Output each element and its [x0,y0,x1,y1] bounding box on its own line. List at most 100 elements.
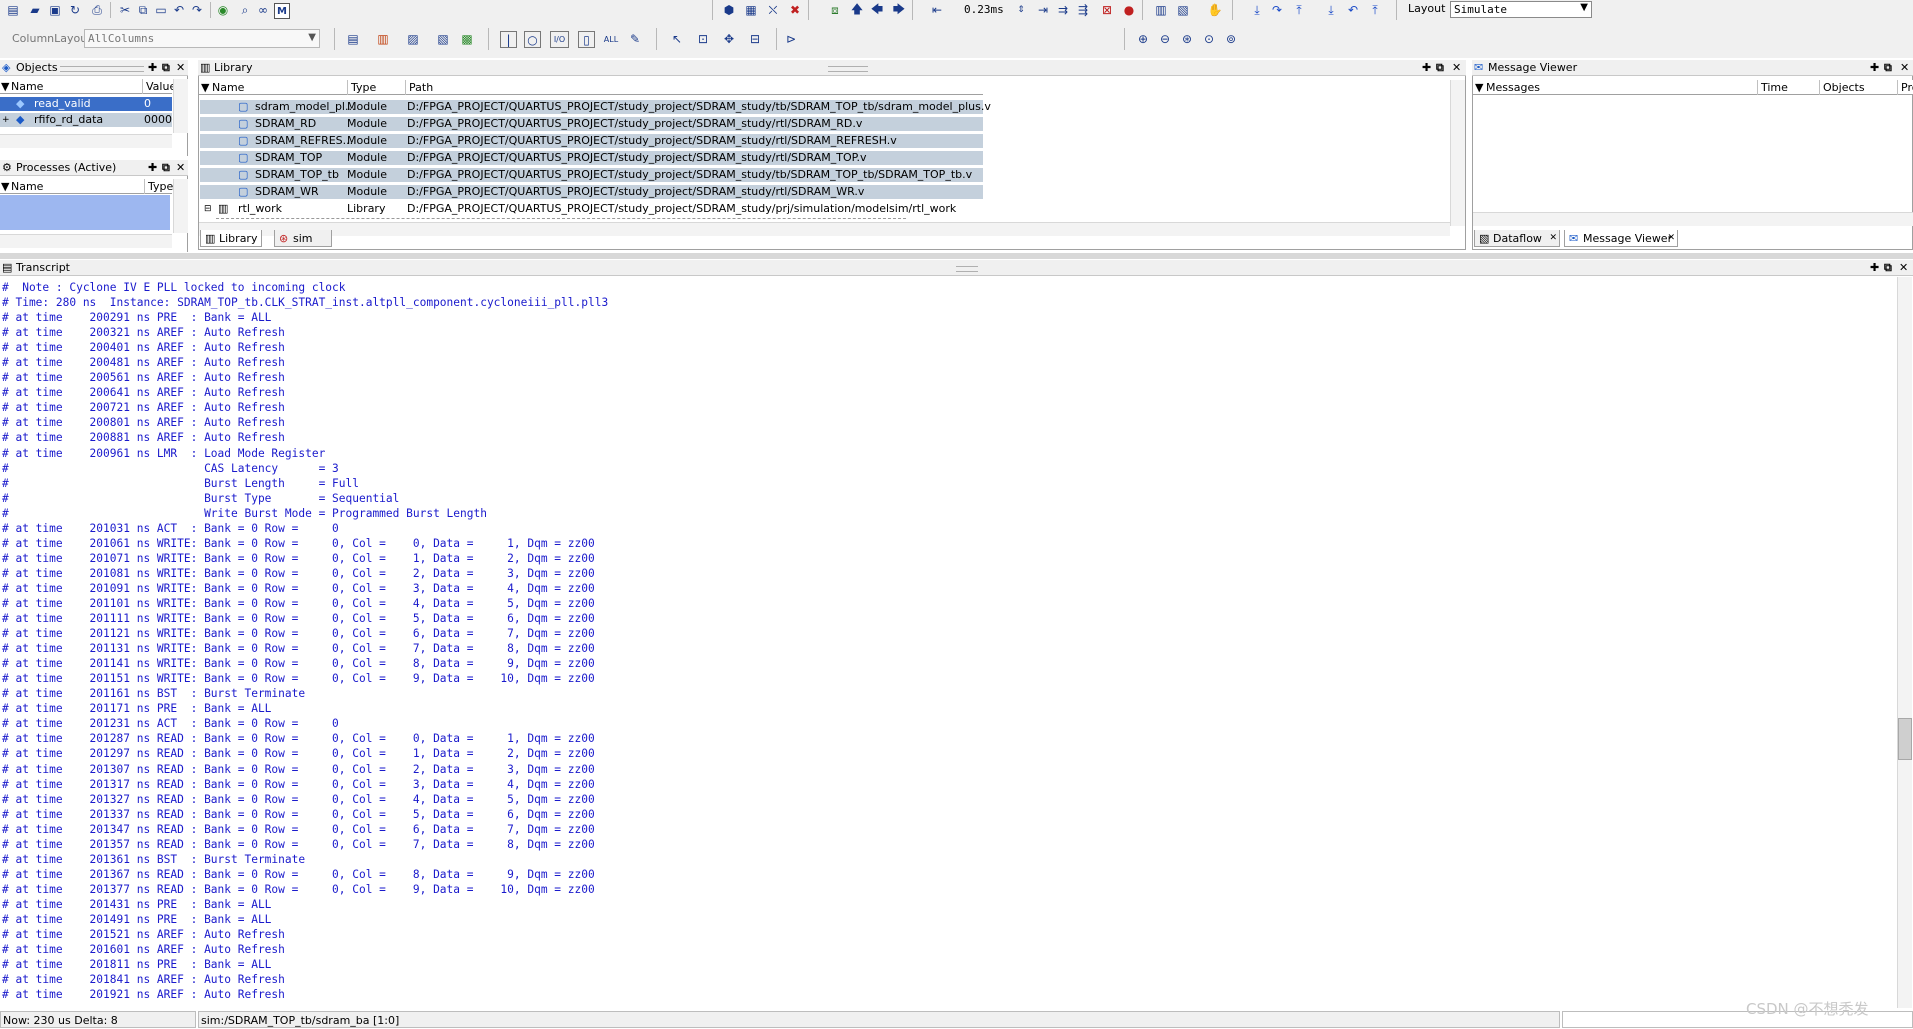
close-icon[interactable]: ✕ [1900,60,1909,76]
dock-icon[interactable]: ✚ [1870,60,1879,76]
expand-icon[interactable]: + [2,113,10,127]
forward-arrow-icon[interactable]: 🡆 [890,1,908,19]
find-icon[interactable]: ⌕ [236,1,254,19]
zoom-out-icon[interactable]: ⊖ [1156,30,1174,48]
processes-col-name[interactable]: Name [8,179,43,194]
undo-icon[interactable]: ↶ [170,1,188,19]
collapse-icon[interactable]: ⊟ [204,202,212,216]
sim-break-icon[interactable]: ⛌ [764,1,782,19]
sim-load-icon[interactable]: ⬢ [720,1,738,19]
step-over-icon[interactable]: ↷ [1268,1,1286,19]
column-layout-select[interactable]: AllColumns ▼ [84,29,320,48]
step-back-out-icon[interactable]: ⤒ [1366,1,1384,19]
close-icon[interactable]: ✕ [1667,230,1675,247]
close-icon[interactable]: ✕ [1452,60,1461,76]
objects-col-name[interactable]: Name [8,79,43,94]
measure-icon[interactable]: ⊟ [746,30,764,48]
drag-grip[interactable] [956,266,978,272]
cut-icon[interactable]: ✂ [116,1,134,19]
hand-icon[interactable]: ✋ [1206,1,1224,19]
tab-dataflow[interactable]: ▧ Dataflow ✕ [1474,230,1560,247]
dataflow-icon[interactable]: ▧ [1174,1,1192,19]
undock-icon[interactable]: ⧉ [1436,60,1444,76]
run-all-icon[interactable]: ⇶ [1074,1,1092,19]
print-icon[interactable]: ⎙ [88,1,106,19]
break-icon[interactable]: ⊠ [1098,1,1116,19]
processes-selection[interactable] [0,195,170,230]
pan-icon[interactable]: ✥ [720,30,738,48]
pen-icon[interactable]: ✎ [626,30,644,48]
library-row[interactable]: ▢ SDRAM_TOP_tb Module D:/FPGA_PROJECT/QU… [200,168,983,182]
undock-icon[interactable]: ⧉ [162,160,170,176]
processes-title-bar[interactable]: ⚙ Processes (Active) ✚ ⧉ ✕ [0,160,188,176]
transcript-log[interactable]: # Note : Cyclone IV E PLL locked to inco… [0,280,1897,1008]
drag-grip[interactable] [828,66,868,72]
tab-message-viewer[interactable]: ✉ Message Viewer ✕ [1564,230,1678,247]
library-row[interactable]: ▢ SDRAM_REFRES... Module D:/FPGA_PROJECT… [200,134,983,148]
redo-icon[interactable]: ↷ [188,1,206,19]
cursor-circle-icon[interactable]: ○ [524,31,541,48]
objects-title-bar[interactable]: ◈ Objects ✚ ⧉ ✕ [0,60,188,76]
zoom-full-icon[interactable]: ⊛ [1178,30,1196,48]
sim-stop-icon[interactable]: ✖ [786,1,804,19]
processes-col-type[interactable]: Type [144,179,173,194]
wave-icon[interactable]: ▥ [1152,1,1170,19]
close-icon[interactable]: ✕ [1549,230,1557,247]
wave-insert-icon[interactable]: ▥ [374,30,392,48]
library-row[interactable]: ▢ sdram_model_pl... Module D:/FPGA_PROJE… [200,100,991,114]
zoom-cursor-icon[interactable]: ⊙ [1200,30,1218,48]
transcript-scroll-thumb[interactable] [1898,718,1912,760]
library-col-path[interactable]: Path [405,80,433,95]
continue-icon[interactable]: ⇉ [1054,1,1072,19]
messages-col-messages[interactable]: Messages [1483,80,1540,95]
save-icon[interactable]: ▣ [46,1,64,19]
zoom-box-icon[interactable]: ⊡ [694,30,712,48]
processes-hscrollbar[interactable] [0,234,172,248]
sim-list-icon[interactable]: ▦ [742,1,760,19]
dock-icon[interactable]: ✚ [148,160,157,176]
transcript-title-bar[interactable]: ▤ Transcript ✚ ⧉ ✕ [0,260,1913,276]
cursor-line-icon[interactable]: | [500,31,517,48]
library-col-name[interactable]: Name [209,80,244,95]
library-row[interactable]: ▢ SDRAM_RD Module D:/FPGA_PROJECT/QUARTU… [200,117,983,131]
new-icon[interactable]: ▤ [4,1,22,19]
library-row[interactable]: ▢ SDRAM_WR Module D:/FPGA_PROJECT/QUARTU… [200,185,983,199]
library-row[interactable]: ⊟ ▥ rtl_work Library D:/FPGA_PROJECT/QUA… [200,202,983,216]
zoom-last-icon[interactable]: ⊚ [1222,30,1240,48]
sort-icon[interactable]: ▼ [1473,80,1483,95]
library-row[interactable]: ▢ SDRAM_TOP Module D:/FPGA_PROJECT/QUART… [200,151,983,165]
m-icon[interactable]: M [274,3,290,19]
spinner-icon[interactable]: ⇕ [1016,1,1026,19]
messages-col-time[interactable]: Time [1757,80,1788,95]
dock-icon[interactable]: ✚ [1870,260,1879,276]
library-vscrollbar[interactable] [1450,80,1465,226]
step-up-icon[interactable]: ⧈ [826,1,844,19]
messages-col-pro[interactable]: Pro [1897,80,1913,95]
close-icon[interactable]: ✕ [176,160,185,176]
wave-add-icon[interactable]: ▤ [344,30,362,48]
reload-icon[interactable]: ↻ [66,1,84,19]
objects-row[interactable]: ◆ read_valid 0 [0,97,172,111]
open-folder-icon[interactable]: ▰ [26,1,44,19]
messages-col-objects[interactable]: Objects [1819,80,1865,95]
objects-col-value[interactable]: Value [142,79,176,94]
cursor-box-icon[interactable]: ▯ [578,31,595,48]
objects-row[interactable]: + ◆ rfifo_rd_data 0000( [0,113,176,127]
paste-icon[interactable]: ▭ [152,1,170,19]
up-arrow-icon[interactable]: 🡅 [848,1,866,19]
step-icon[interactable]: ⤓ [1248,1,1266,19]
back-arrow-icon[interactable]: 🡄 [868,1,886,19]
message-viewer-title-bar[interactable]: ✉ Message Viewer ✚ ⧉ ✕ [1472,60,1913,76]
wave-group-icon[interactable]: ▧ [434,30,452,48]
stop-icon[interactable]: ● [1120,1,1138,19]
edit-icon[interactable]: ⊳ [782,30,800,48]
undock-icon[interactable]: ⧉ [162,60,170,76]
run-icon[interactable]: ⇥ [1034,1,1052,19]
close-icon[interactable]: ✕ [176,60,185,76]
copy-icon[interactable]: ⧉ [134,1,152,19]
tab-sim[interactable]: ⊛ sim [274,230,332,247]
library-hscrollbar[interactable] [199,222,1450,236]
undock-icon[interactable]: ⧉ [1884,60,1892,76]
objects-hscrollbar[interactable] [0,134,172,148]
library-title-bar[interactable]: ▥ Library ✚ ⧉ ✕ [198,60,1466,76]
